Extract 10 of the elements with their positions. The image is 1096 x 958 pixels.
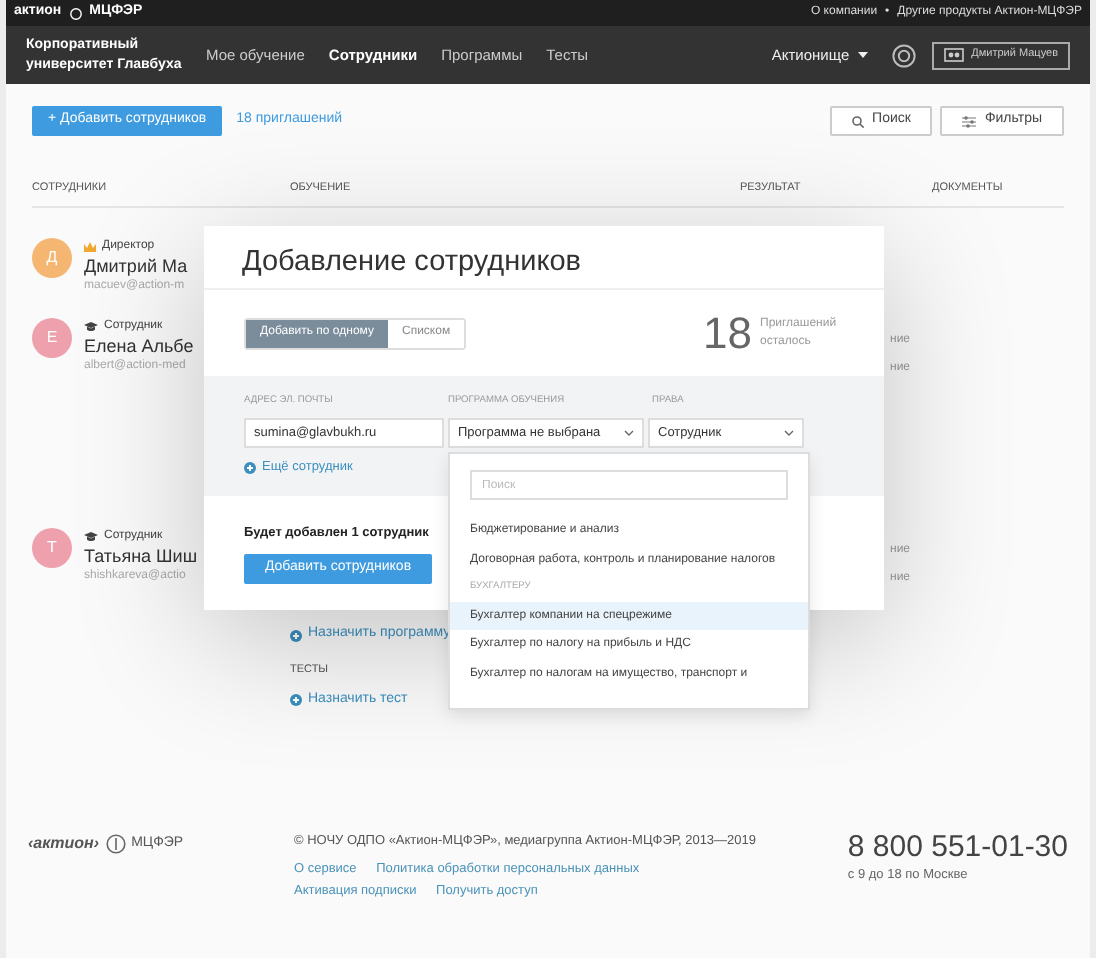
employee-name: Дмитрий Ма — [84, 256, 188, 279]
avatar: Д — [32, 238, 72, 279]
invites-count: 18 — [703, 311, 752, 355]
avatar: Е — [32, 318, 72, 359]
modal-title: Добавление сотрудников — [204, 226, 884, 290]
avatar: Т — [32, 528, 72, 569]
footer-logo-text: ‹актион› — [28, 832, 100, 857]
employee-name: Елена Альбе — [84, 336, 194, 359]
phone-number: 8 800 551-01-30 — [847, 832, 1068, 863]
employee-name: Татьяна Шиш — [84, 546, 198, 569]
